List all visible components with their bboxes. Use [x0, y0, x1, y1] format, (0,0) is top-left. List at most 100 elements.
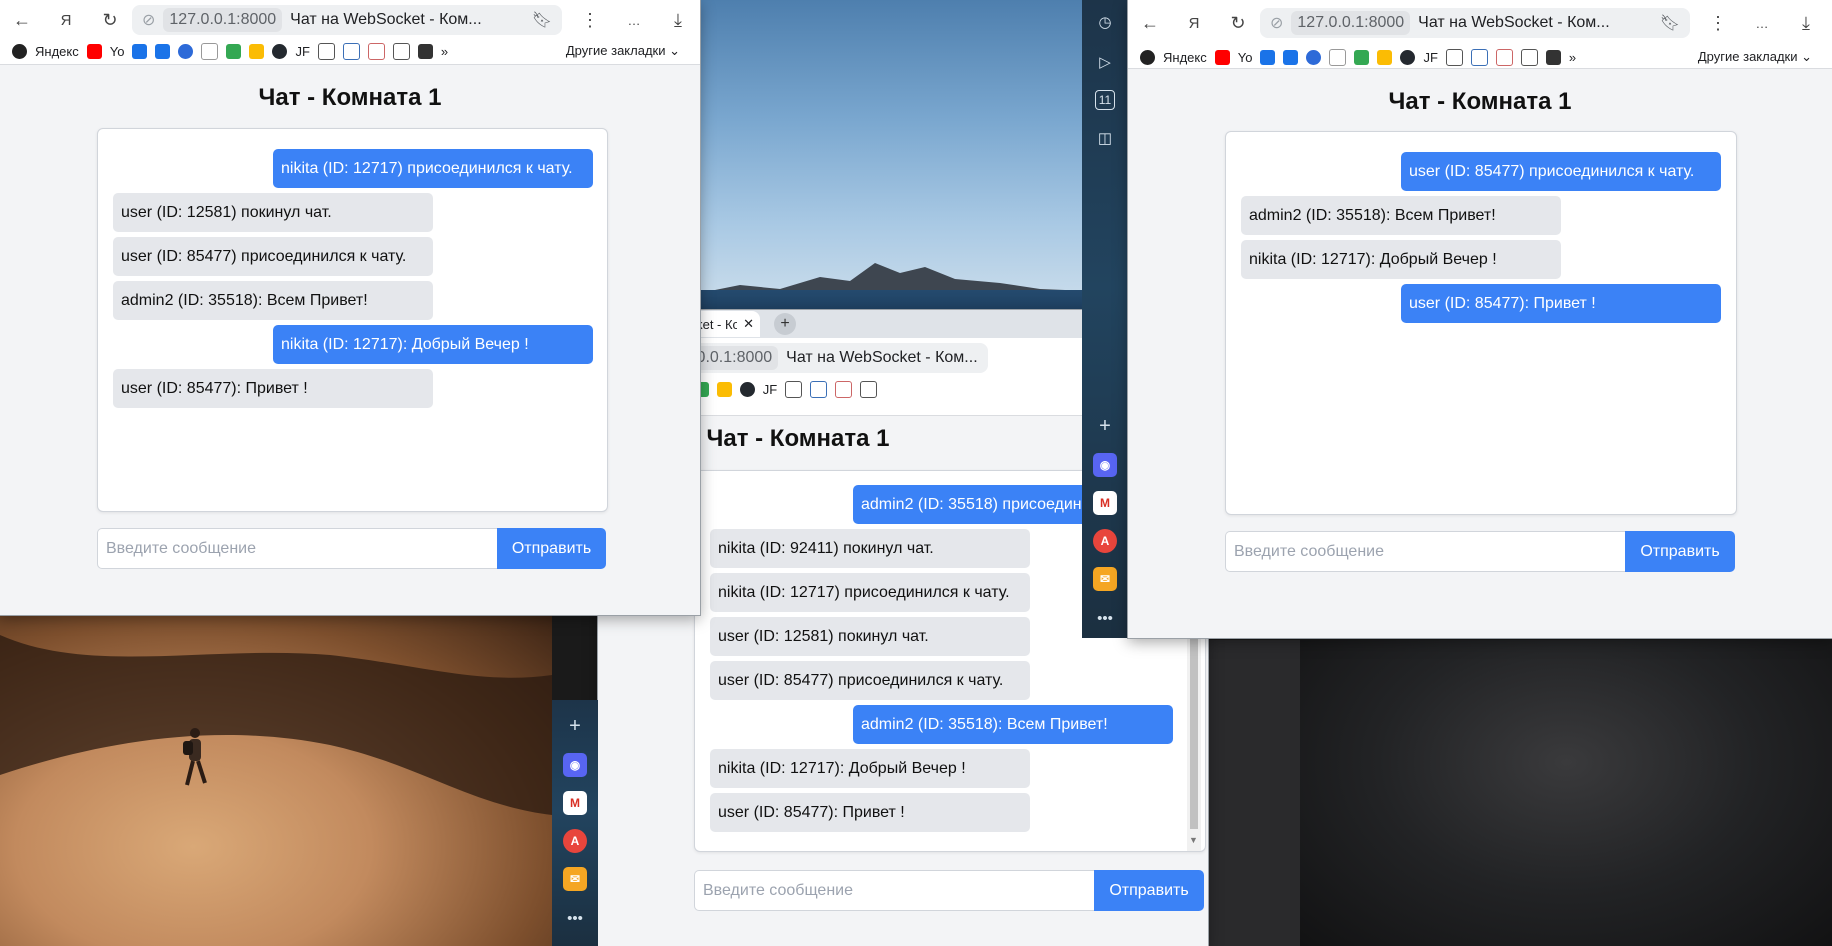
more-bookmarks-icon[interactable]: »: [1569, 50, 1576, 65]
bookmark-jf[interactable]: JF: [1423, 50, 1437, 65]
close-icon[interactable]: ✕: [743, 316, 754, 332]
mail-icon[interactable]: ✉: [1093, 567, 1117, 591]
discord-icon[interactable]: ◉: [1093, 453, 1117, 477]
yandex-icon[interactable]: Я: [44, 0, 88, 40]
add-panel-icon[interactable]: +: [563, 714, 587, 738]
bookmark-icon-drive[interactable]: [1377, 49, 1393, 65]
bookmark-youtube[interactable]: Yo: [1238, 50, 1253, 65]
bookmarks-bar: Яндекс Yo JF » Другие закладки ⌄: [1128, 46, 1832, 68]
bookmark-youtube[interactable]: Yo: [110, 44, 125, 59]
bookmark-icon-braces[interactable]: [1445, 48, 1463, 66]
bookmark-icon-meet[interactable]: [226, 43, 242, 59]
bookmark-icon-s[interactable]: [417, 43, 433, 59]
bookmark-icon-braces[interactable]: [785, 380, 803, 398]
bookmark-icon-drive[interactable]: [716, 381, 732, 397]
yandex-bookmark-icon[interactable]: [1140, 49, 1155, 65]
play-icon[interactable]: ▷: [1093, 50, 1117, 74]
message-input[interactable]: Введите сообщение: [97, 528, 497, 569]
bookmark-icon-chat[interactable]: [1283, 49, 1299, 65]
bookmark-icon[interactable]: 🔖︎: [1660, 13, 1680, 33]
bookmark-icon-grid[interactable]: [392, 42, 410, 60]
own-message-bubble: nikita (ID: 12717): Добрый Вечер !: [273, 325, 593, 364]
menu-icon[interactable]: ⋮: [1696, 3, 1740, 43]
message-bubble: user (ID: 85477): Привет !: [710, 793, 1030, 832]
bookmark-icon-grid[interactable]: [1520, 48, 1538, 66]
message-bubble: admin2 (ID: 35518): Всем Привет!: [1241, 196, 1561, 235]
extensions-icon[interactable]: …: [612, 0, 656, 40]
github-icon[interactable]: [272, 43, 288, 59]
bookmark-icon-zm[interactable]: [178, 43, 194, 59]
reload-icon[interactable]: ↻: [88, 0, 132, 40]
github-icon[interactable]: [739, 381, 755, 397]
message-input[interactable]: Введите сообщение: [1225, 531, 1625, 572]
scroll-down-arrow-icon[interactable]: ▼: [1189, 835, 1198, 845]
bookmark-icon-braces[interactable]: [317, 42, 335, 60]
bookmark-icon-wr[interactable]: [810, 380, 828, 398]
youtube-icon[interactable]: [1214, 49, 1230, 65]
history-icon[interactable]: ◷: [1093, 10, 1117, 34]
scrollbar-thumb[interactable]: [1190, 619, 1198, 829]
send-button[interactable]: Отправить: [497, 528, 606, 569]
download-icon[interactable]: ⤓: [1784, 3, 1828, 43]
gmail-icon[interactable]: M: [563, 791, 587, 815]
address-bar[interactable]: ⊘ 127.0.0.1:8000 Чат на WebSocket - Ком.…: [132, 5, 562, 35]
screenshot-icon[interactable]: ◫: [1093, 126, 1117, 150]
bookmark-icon-chat[interactable]: [155, 43, 171, 59]
send-button[interactable]: Отправить: [1094, 870, 1204, 911]
bookmark-icon-wr[interactable]: [1470, 48, 1488, 66]
send-button[interactable]: Отправить: [1625, 531, 1735, 572]
translate-icon[interactable]: A: [563, 829, 587, 853]
bookmark-yandex[interactable]: Яндекс: [1163, 50, 1207, 65]
message-input-row: Введите сообщение Отправить: [694, 870, 1204, 911]
more-icon[interactable]: •••: [1093, 606, 1117, 630]
bookmark-jf[interactable]: JF: [295, 44, 309, 59]
menu-icon[interactable]: ⋮: [568, 0, 612, 40]
calendar-icon[interactable]: 11: [1095, 90, 1115, 110]
bookmark-icon-wr[interactable]: [342, 42, 360, 60]
bookmark-icon-wf[interactable]: [835, 380, 853, 398]
mail-icon[interactable]: ✉: [563, 867, 587, 891]
bookmark-icon-t[interactable]: [1329, 48, 1347, 66]
github-icon[interactable]: [1400, 49, 1416, 65]
add-panel-icon[interactable]: +: [1093, 414, 1117, 438]
translate-icon[interactable]: A: [1093, 529, 1117, 553]
bookmark-icon-blue-u[interactable]: [132, 43, 148, 59]
discord-icon[interactable]: ◉: [563, 753, 587, 777]
message-input[interactable]: Введите сообщение: [694, 870, 1094, 911]
back-icon[interactable]: ←: [1128, 3, 1172, 43]
chat-messages-box[interactable]: nikita (ID: 12717) присоединился к чату.…: [97, 128, 608, 512]
bookmark-icon-wf[interactable]: [1495, 48, 1513, 66]
reload-icon[interactable]: ↻: [1216, 3, 1260, 43]
bookmark-icon-wf[interactable]: [367, 42, 385, 60]
extensions-icon[interactable]: …: [1740, 3, 1784, 43]
download-icon[interactable]: ⤓: [656, 0, 700, 40]
bookmark-icon-zm[interactable]: [1306, 49, 1322, 65]
browser-window-left: ← Я ↻ ⊘ 127.0.0.1:8000 Чат на WebSocket …: [0, 0, 700, 615]
site-info-icon[interactable]: ⊘: [142, 10, 155, 30]
bookmark-icon[interactable]: 🔖︎: [532, 10, 552, 30]
message-bubble: user (ID: 85477) присоединился к чату.: [710, 661, 1030, 700]
address-bar[interactable]: ⊘ 127.0.0.1:8000 Чат на WebSocket - Ком.…: [1260, 8, 1690, 38]
chat-messages-box[interactable]: user (ID: 85477) присоединился к чату. ad…: [1225, 131, 1737, 515]
yandex-bookmark-icon[interactable]: [12, 43, 27, 59]
bookmark-icon-blue-u[interactable]: [1260, 49, 1276, 65]
more-bookmarks-icon[interactable]: »: [441, 44, 448, 59]
bookmark-icon-s[interactable]: [1545, 49, 1561, 65]
youtube-icon[interactable]: [86, 43, 102, 59]
other-bookmarks[interactable]: Другие закладки ⌄: [1698, 49, 1832, 65]
bookmark-icon-t[interactable]: [201, 42, 219, 60]
bookmark-yandex[interactable]: Яндекс: [35, 44, 79, 59]
gmail-icon[interactable]: M: [1093, 491, 1117, 515]
yandex-icon[interactable]: Я: [1172, 3, 1216, 43]
bookmark-icon-meet[interactable]: [1354, 49, 1370, 65]
nav-row: ← Я ↻ ⊘ 127.0.0.1:8000 Чат на WebSocket …: [1128, 0, 1832, 46]
new-tab-button[interactable]: +: [774, 313, 796, 335]
bookmark-jf[interactable]: JF: [763, 382, 777, 397]
site-info-icon[interactable]: ⊘: [1270, 13, 1283, 33]
bookmark-icon-drive[interactable]: [249, 43, 265, 59]
bookmark-icon-grid[interactable]: [860, 380, 878, 398]
other-bookmarks[interactable]: Другие закладки ⌄: [566, 43, 700, 59]
message-bubble: nikita (ID: 12717) присоединился к чату.: [710, 573, 1030, 612]
more-icon[interactable]: •••: [563, 906, 587, 930]
back-icon[interactable]: ←: [0, 0, 44, 40]
